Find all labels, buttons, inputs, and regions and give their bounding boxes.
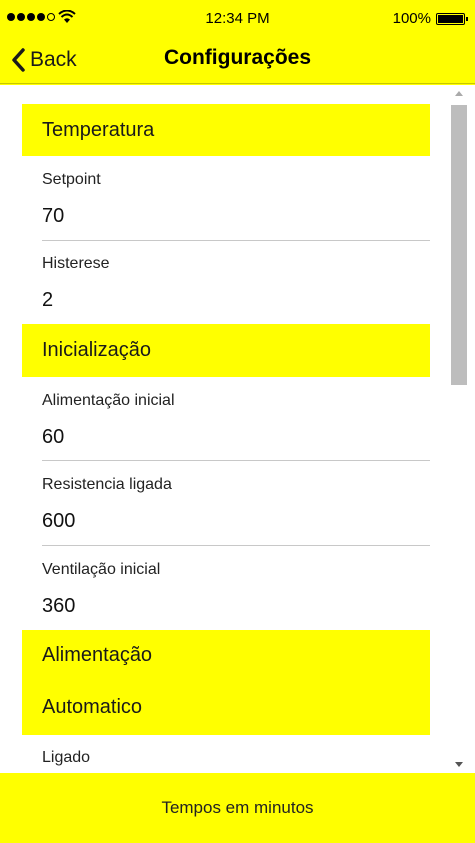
section-header-temperatura: Temperatura [22, 104, 430, 156]
alimentacao-inicial-field[interactable]: Alimentação inicial 60 [42, 392, 430, 449]
automatico-title: Automatico [42, 696, 143, 718]
section-header-inicializacao: Inicialização [22, 324, 430, 377]
scroll-up-arrow-icon[interactable] [455, 91, 463, 96]
setpoint-value[interactable]: 70 [42, 205, 430, 228]
resistencia-ligada-field[interactable]: Resistencia ligada 600 [42, 476, 430, 533]
resistencia-ligada-value[interactable]: 600 [42, 510, 430, 533]
field-divider [42, 460, 430, 461]
battery-icon [436, 13, 468, 25]
field-divider [42, 545, 430, 546]
battery-percent: 100% [392, 10, 431, 27]
histerese-field[interactable]: Histerese 2 [42, 255, 430, 312]
ventilacao-inicial-label: Ventilação inicial [42, 561, 161, 578]
ventilacao-inicial-value[interactable]: 360 [42, 595, 430, 618]
histerese-label: Histerese [42, 255, 110, 272]
navigation-bar: Back Configurações [0, 36, 475, 84]
field-divider [42, 240, 430, 241]
alimentacao-inicial-label: Alimentação inicial [42, 392, 175, 409]
scrollbar[interactable] [451, 85, 467, 773]
alimentacao-title: Alimentação [42, 644, 153, 666]
ventilacao-inicial-field[interactable]: Ventilação inicial 360 [42, 561, 430, 618]
resistencia-ligada-label: Resistencia ligada [42, 476, 172, 493]
section-header-alimentacao: Alimentação Automatico [22, 630, 430, 735]
status-bar: 12:34 PM 100% [0, 0, 475, 36]
footer-note: Tempos em minutos [0, 773, 475, 843]
scroll-thumb[interactable] [451, 105, 467, 385]
setpoint-field[interactable]: Setpoint 70 [42, 171, 430, 228]
scroll-down-arrow-icon[interactable] [455, 762, 463, 767]
ligado-field[interactable]: Ligado [42, 749, 430, 767]
setpoint-label: Setpoint [42, 171, 101, 188]
ligado-label: Ligado [42, 749, 91, 766]
page-title: Configurações [163, 46, 312, 69]
settings-list[interactable]: Temperatura Setpoint 70 Histerese 2 Inic… [0, 85, 475, 773]
alimentacao-inicial-value[interactable]: 60 [42, 426, 430, 449]
histerese-value[interactable]: 2 [42, 289, 430, 312]
